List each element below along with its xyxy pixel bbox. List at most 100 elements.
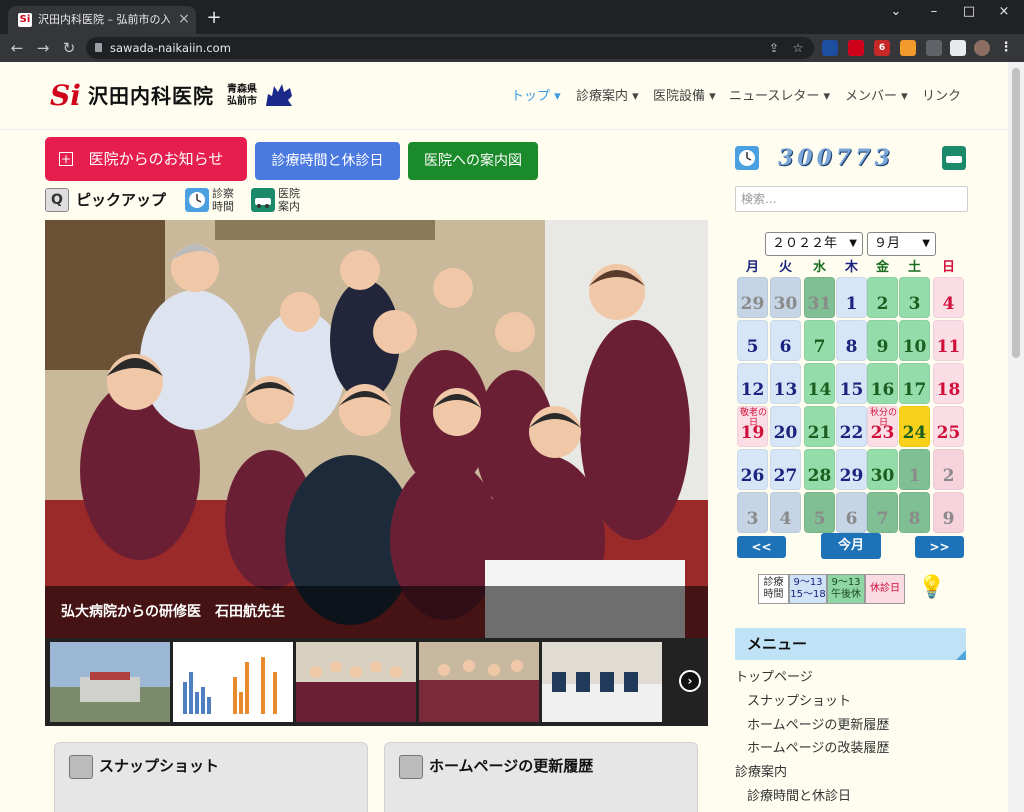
calendar-day[interactable]: 16	[867, 363, 898, 404]
calendar-day[interactable]: 28	[804, 449, 835, 490]
forward-button[interactable]: →	[34, 39, 52, 57]
calendar-prev-button[interactable]: <<	[737, 536, 786, 558]
extension-badge-icon[interactable]: 6	[874, 40, 890, 56]
calendar-day[interactable]: 4	[933, 277, 964, 318]
browser-tab[interactable]: Si 沢田内科医院 – 弘前市の入院設備 ×	[8, 6, 196, 34]
clock-icon[interactable]	[185, 188, 209, 212]
bookmark-star-icon[interactable]: ☆	[790, 40, 806, 56]
calendar-day[interactable]: 5	[737, 320, 768, 361]
map-button[interactable]: 医院への案内図	[408, 142, 538, 180]
calendar-day[interactable]: 29	[836, 449, 867, 490]
menu-item-redesign-history[interactable]: ホームページの改装履歴	[747, 739, 889, 759]
back-button[interactable]: ←	[8, 39, 26, 57]
calendar-day[interactable]: 30	[867, 449, 898, 490]
thumbnail-staff-2[interactable]	[419, 642, 539, 722]
slideshow-photo[interactable]: 弘大病院からの研修医 石田航先生	[45, 220, 708, 638]
thumbnail-chart[interactable]	[173, 642, 293, 722]
tab-search-icon[interactable]: ⌄	[884, 4, 908, 20]
hours-link[interactable]: 診察 時間	[212, 187, 242, 213]
calendar-day[interactable]: 29	[737, 277, 768, 318]
thumbnail-staff-3[interactable]	[542, 642, 662, 722]
sidepanel-icon[interactable]	[950, 40, 966, 56]
tab-close-icon[interactable]: ×	[176, 11, 192, 27]
calendar-day[interactable]: 5	[804, 492, 835, 533]
thumbnail-building[interactable]	[50, 642, 170, 722]
calendar-day[interactable]: 9	[867, 320, 898, 361]
calendar-day[interactable]: 6	[836, 492, 867, 533]
logo-mark[interactable]: Si	[50, 81, 86, 111]
guide-link[interactable]: 医院 案内	[278, 187, 308, 213]
minimize-button[interactable]: –	[922, 4, 946, 20]
site-logo[interactable]: 沢田内科医院	[88, 82, 214, 110]
calendar-day[interactable]: 17	[899, 363, 930, 404]
history-card[interactable]: ホームページの更新履歴	[384, 742, 698, 812]
hours-button[interactable]: 診療時間と休診日	[255, 142, 400, 180]
menu-item-top[interactable]: トップページ	[735, 668, 813, 688]
calendar-day[interactable]: 14	[804, 363, 835, 404]
calendar-day[interactable]: 27	[770, 449, 801, 490]
calendar-day[interactable]: 3	[737, 492, 768, 533]
address-bar[interactable]: sawada-naikaiin.com ⇪ ☆	[86, 37, 814, 59]
calendar-day[interactable]: 22	[836, 406, 867, 447]
nav-top[interactable]: トップ ▾	[511, 87, 561, 107]
calendar-day[interactable]: 12	[737, 363, 768, 404]
thumbnail-staff[interactable]	[296, 642, 416, 722]
calendar-day[interactable]: 2	[933, 449, 964, 490]
calendar-day[interactable]: 18	[933, 363, 964, 404]
calendar-day[interactable]: 4	[770, 492, 801, 533]
calendar-next-button[interactable]: >>	[915, 536, 964, 558]
calendar-day[interactable]: 8	[836, 320, 867, 361]
calendar-day[interactable]: 6	[770, 320, 801, 361]
page-scrollbar[interactable]	[1008, 62, 1024, 812]
calendar-day[interactable]: 26	[737, 449, 768, 490]
car-icon[interactable]	[251, 188, 275, 212]
calendar-day[interactable]: 25	[933, 406, 964, 447]
calendar-day[interactable]: 31	[804, 277, 835, 318]
calendar-day[interactable]: 9	[933, 492, 964, 533]
month-select[interactable]: ９月 ▼	[867, 232, 936, 256]
calendar-day[interactable]: 8	[899, 492, 930, 533]
year-select[interactable]: ２０２２年 ▼	[765, 232, 863, 256]
menu-item-snapshot[interactable]: スナップショット	[747, 692, 851, 712]
calendar-day[interactable]: 2	[867, 277, 898, 318]
menu-item-update-history[interactable]: ホームページの更新履歴	[747, 716, 889, 736]
calendar-day[interactable]: 10	[899, 320, 930, 361]
calendar-day[interactable]: 21	[804, 406, 835, 447]
puzzle-icon[interactable]	[926, 40, 942, 56]
calendar-day[interactable]: 13	[770, 363, 801, 404]
new-tab-button[interactable]: +	[204, 8, 224, 28]
calendar-day[interactable]: 20	[770, 406, 801, 447]
menu-item-hours[interactable]: 診療時間と休診日	[747, 787, 851, 807]
calendar-day[interactable]: 7	[804, 320, 835, 361]
scrollbar-thumb[interactable]	[1012, 68, 1020, 358]
nav-links[interactable]: リンク	[922, 87, 961, 107]
share-icon[interactable]: ⇪	[766, 40, 782, 56]
extension-icon[interactable]	[848, 40, 864, 56]
nav-medical[interactable]: 診療案内 ▾	[576, 87, 639, 107]
nav-facility[interactable]: 医院設備 ▾	[653, 87, 716, 107]
calendar-day[interactable]: 15	[836, 363, 867, 404]
maximize-button[interactable]: □	[957, 4, 981, 20]
nav-members[interactable]: メンバー ▾	[845, 87, 908, 107]
extension-icon[interactable]	[900, 40, 916, 56]
close-window-button[interactable]: ×	[992, 4, 1016, 20]
calendar-day[interactable]: 1	[899, 449, 930, 490]
extension-icon[interactable]	[822, 40, 838, 56]
search-input[interactable]: 検索...	[735, 186, 968, 212]
thumbnail-next-button[interactable]: ›	[679, 670, 701, 692]
calendar-day[interactable]: 1	[836, 277, 867, 318]
calendar-day[interactable]: 24	[899, 406, 930, 447]
calendar-day[interactable]: 7	[867, 492, 898, 533]
nav-newsletter[interactable]: ニュースレター ▾	[729, 87, 830, 107]
reload-button[interactable]: ↻	[60, 39, 78, 57]
calendar-today-button[interactable]: 今月	[821, 533, 881, 559]
calendar-day[interactable]: 23 秋分の日	[867, 406, 898, 447]
snapshot-card[interactable]: スナップショット	[54, 742, 368, 812]
profile-avatar[interactable]	[974, 40, 990, 56]
calendar-day[interactable]: 19 敬老の日	[737, 406, 768, 447]
menu-item-medical[interactable]: 診療案内	[735, 763, 787, 783]
kebab-menu-icon[interactable]: ⋮	[998, 40, 1014, 56]
calendar-day[interactable]: 11	[933, 320, 964, 361]
calendar-day[interactable]: 30	[770, 277, 801, 318]
calendar-day[interactable]: 3	[899, 277, 930, 318]
